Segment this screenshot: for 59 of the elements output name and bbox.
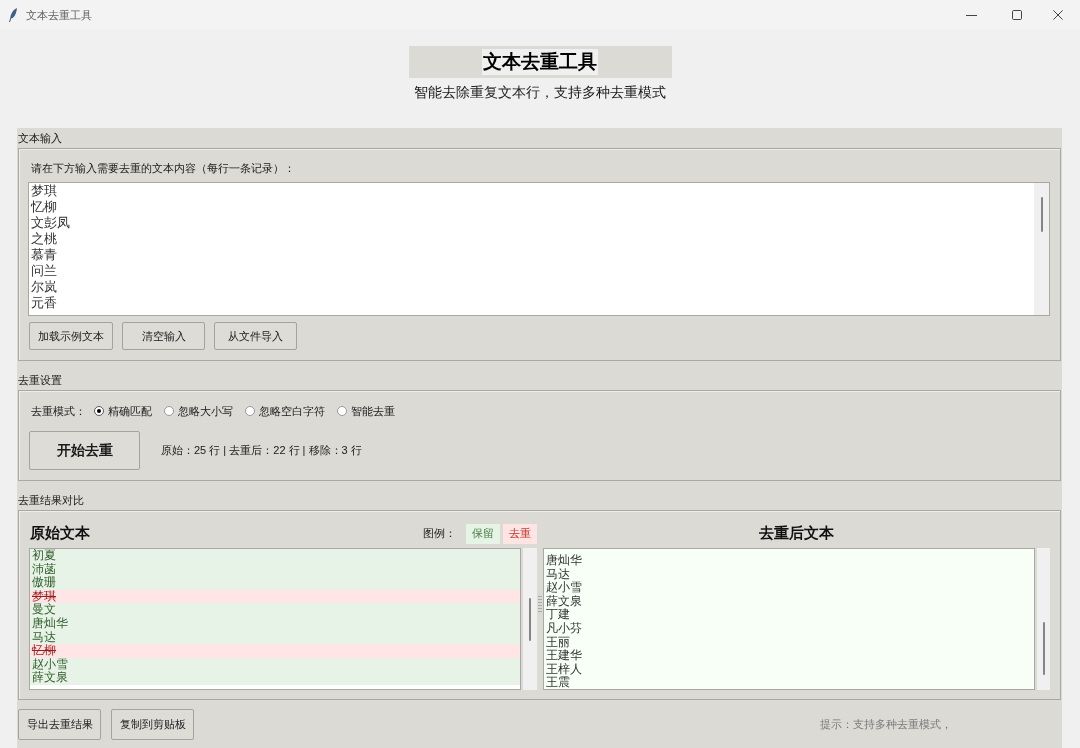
clear-input-button[interactable]: 清空输入 <box>122 322 205 350</box>
start-button[interactable]: 开始去重 <box>29 431 140 470</box>
list-row: 薛文泉 <box>30 671 520 685</box>
section-label: 去重结果对比 <box>18 493 84 508</box>
list-row-text: 赵小雪 <box>545 581 582 595</box>
pane-divider-handle[interactable] <box>538 596 542 612</box>
mode-label: 去重模式： <box>31 403 86 419</box>
text-input-field[interactable]: 梦琪 忆柳 文彭凤 之桃 慕青 问兰 尔岚 元香 <box>28 182 1050 316</box>
text-line: 尔岚 <box>31 279 57 295</box>
list-row: 初夏 <box>30 549 520 563</box>
original-text-title: 原始文本 <box>30 524 90 543</box>
list-row: 忆柳 <box>30 644 520 658</box>
stats-text: 原始：25 行 | 去重后：22 行 | 移除：3 行 <box>161 443 362 458</box>
window-title: 文本去重工具 <box>26 7 92 23</box>
list-row-text: 王建华 <box>545 649 582 663</box>
list-row-text: 唐灿华 <box>545 554 582 568</box>
scrollbar[interactable] <box>523 548 537 690</box>
close-icon[interactable] <box>1053 10 1063 20</box>
list-row-text: 薛文泉 <box>545 594 582 608</box>
radio-option[interactable]: 忽略空白字符 <box>245 403 325 419</box>
export-button[interactable]: 导出去重结果 <box>18 709 101 740</box>
text-line: 忆柳 <box>31 199 57 215</box>
list-row: 傲珊 <box>30 576 520 590</box>
minimize-icon[interactable] <box>966 14 977 16</box>
original-text-list[interactable]: 初夏 沛菡 傲珊 梦琪 曼文 唐灿华 马达 忆柳 赵小雪 薛文泉 <box>29 548 521 690</box>
list-row-text: 马达 <box>545 567 570 581</box>
list-row-text: 王梓人 <box>545 662 582 676</box>
list-row-text: 王震 <box>545 676 570 689</box>
text-line: 慕青 <box>31 247 57 263</box>
legend-label: 图例： <box>423 526 456 541</box>
hint-text: 提示：支持多种去重模式， <box>820 717 952 732</box>
radio-option[interactable]: 精确匹配 <box>94 403 152 419</box>
list-row: 曼文 <box>30 603 520 617</box>
text-line: 文彭凤 <box>31 215 70 231</box>
section-label: 去重设置 <box>18 373 62 388</box>
maximize-icon[interactable] <box>1012 10 1022 20</box>
radio-option[interactable]: 智能去重 <box>337 403 395 419</box>
feather-icon <box>9 8 17 22</box>
list-row-text: 凡小芬 <box>545 621 582 636</box>
app-title: 文本去重工具 <box>482 49 598 75</box>
list-row-text: 王丽 <box>545 635 570 649</box>
section-label: 文本输入 <box>18 131 62 146</box>
radio-option[interactable]: 忽略大小写 <box>164 403 233 419</box>
import-file-button[interactable]: 从文件导入 <box>214 322 297 350</box>
list-row-text: 丁建 <box>545 608 570 622</box>
app-subtitle: 智能去除重复文本行，支持多种去重模式 <box>414 83 666 101</box>
copy-button[interactable]: 复制到剪贴板 <box>111 709 194 740</box>
scrollbar[interactable] <box>1034 183 1049 315</box>
deduped-text-list[interactable]: 唐灿华 马达 赵小雪 薛文泉 丁建 凡小芬 王丽 王建华 王梓人 王震 <box>543 548 1035 690</box>
scrollbar[interactable] <box>1037 548 1050 690</box>
text-line: 元香 <box>31 295 57 311</box>
text-line: 之桃 <box>31 231 57 247</box>
deduped-text-title: 去重后文本 <box>759 524 834 543</box>
load-sample-button[interactable]: 加载示例文本 <box>29 322 113 350</box>
legend-chip: 去重 <box>503 523 537 544</box>
text-line: 梦琪 <box>31 183 57 199</box>
text-line: 问兰 <box>31 263 57 279</box>
legend-chip: 保留 <box>466 523 500 544</box>
input-prompt: 请在下方输入需要去重的文本内容（每行一条记录）： <box>30 161 295 176</box>
